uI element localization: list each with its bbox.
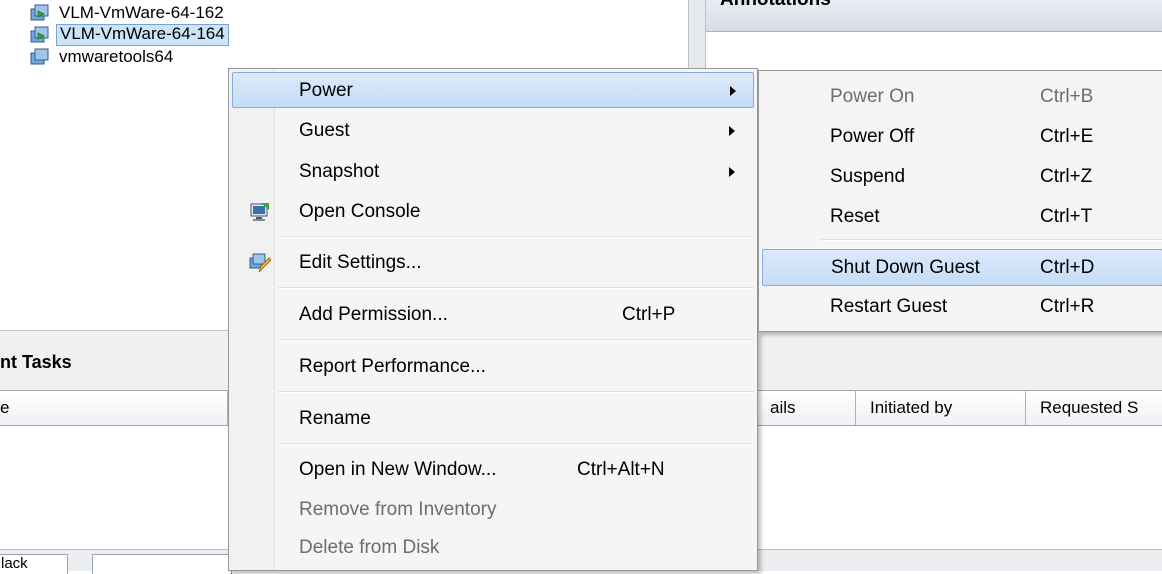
tree-item-vm-162[interactable]: VLM-VmWare-64-162 xyxy=(30,2,227,24)
menu-separator xyxy=(278,391,754,393)
menu-item-label: Edit Settings... xyxy=(299,252,422,273)
menu-item-shortcut: Ctrl+E xyxy=(1040,126,1094,147)
tree-item-label: vmwaretools64 xyxy=(59,47,174,66)
submenu-arrow-icon xyxy=(729,126,735,136)
menu-item-label: Suspend xyxy=(830,166,906,187)
submenu-item-power-on: Power On Ctrl+B xyxy=(762,79,1162,115)
column-header-initiated-by[interactable]: Initiated by xyxy=(856,391,1026,425)
submenu-item-restart-guest[interactable]: Restart Guest Ctrl+R xyxy=(762,289,1162,325)
menu-item-shortcut: Ctrl+Alt+N xyxy=(577,459,665,480)
menu-item-report-performance[interactable]: Report Performance... xyxy=(232,349,754,385)
tree-item-label: VLM-VmWare-64-164 xyxy=(56,24,229,46)
tree-item-vmwaretools64[interactable]: vmwaretools64 xyxy=(30,46,176,68)
submenu-arrow-icon xyxy=(730,86,736,96)
bottom-tab-tasks[interactable]: lack xyxy=(0,554,68,574)
menu-item-label: Report Performance... xyxy=(299,356,486,377)
menu-item-label: Shut Down Guest xyxy=(831,257,980,278)
menu-item-label: Add Permission... xyxy=(299,304,448,325)
menu-item-delete-from-disk: Delete from Disk xyxy=(232,530,754,566)
edit-settings-icon xyxy=(249,252,272,274)
bottom-tab-alarms[interactable] xyxy=(92,554,232,574)
console-icon xyxy=(249,201,271,223)
menu-item-snapshot[interactable]: Snapshot xyxy=(232,154,754,190)
recent-tasks-title: nt Tasks xyxy=(0,352,72,372)
menu-item-guest[interactable]: Guest xyxy=(232,113,754,149)
menu-item-label: Snapshot xyxy=(299,161,380,182)
menu-item-power[interactable]: Power xyxy=(232,72,754,108)
menu-item-add-permission[interactable]: Add Permission... Ctrl+P xyxy=(232,297,754,333)
vm-context-menu: Power Guest Snapshot Open Console Edit S… xyxy=(228,68,758,571)
menu-item-shortcut: Ctrl+P xyxy=(622,304,676,325)
menu-separator xyxy=(278,443,754,445)
vm-powered-on-icon xyxy=(30,3,50,23)
menu-item-label: Power xyxy=(299,80,353,101)
menu-item-label: Open in New Window... xyxy=(299,459,497,480)
menu-item-label: Open Console xyxy=(299,201,421,222)
menu-item-remove-from-inventory: Remove from Inventory xyxy=(232,492,754,528)
menu-item-label: Power On xyxy=(830,86,915,107)
tree-item-vm-164[interactable]: VLM-VmWare-64-164 xyxy=(30,24,229,46)
menu-item-label: Remove from Inventory xyxy=(299,499,497,520)
column-header-requested-start[interactable]: Requested S xyxy=(1026,391,1162,425)
menu-item-edit-settings[interactable]: Edit Settings... xyxy=(232,245,754,281)
menu-item-label: Power Off xyxy=(830,126,915,147)
menu-separator xyxy=(278,236,754,238)
menu-item-open-in-new-window[interactable]: Open in New Window... Ctrl+Alt+N xyxy=(232,452,754,488)
submenu-item-suspend[interactable]: Suspend Ctrl+Z xyxy=(762,159,1162,195)
menu-separator xyxy=(821,239,1162,241)
column-header-name[interactable]: e xyxy=(0,391,228,425)
submenu-item-power-off[interactable]: Power Off Ctrl+E xyxy=(762,119,1162,155)
menu-item-shortcut: Ctrl+D xyxy=(1040,257,1095,278)
vm-powered-on-icon xyxy=(30,25,50,45)
menu-item-shortcut: Ctrl+B xyxy=(1040,86,1094,107)
menu-item-shortcut: Ctrl+R xyxy=(1040,296,1095,317)
menu-item-label: Delete from Disk xyxy=(299,537,440,558)
menu-item-open-console[interactable]: Open Console xyxy=(232,194,754,230)
annotations-header: Annotations xyxy=(706,0,1162,32)
power-submenu: Power On Ctrl+B Power Off Ctrl+E Suspend… xyxy=(758,70,1162,332)
menu-item-shortcut: Ctrl+T xyxy=(1040,206,1093,227)
column-header-details[interactable]: ails xyxy=(756,391,856,425)
menu-separator xyxy=(278,339,754,341)
menu-item-label: Reset xyxy=(830,206,880,227)
tree-item-label: VLM-VmWare-64-162 xyxy=(59,3,224,22)
menu-item-shortcut: Ctrl+Z xyxy=(1040,166,1093,187)
menu-item-label: Restart Guest xyxy=(830,296,948,317)
vm-powered-off-icon xyxy=(30,47,50,67)
menu-separator xyxy=(278,287,754,289)
submenu-item-reset[interactable]: Reset Ctrl+T xyxy=(762,199,1162,235)
submenu-arrow-icon xyxy=(729,167,735,177)
menu-item-rename[interactable]: Rename xyxy=(232,401,754,437)
menu-item-label: Rename xyxy=(299,408,371,429)
menu-item-label: Guest xyxy=(299,120,350,141)
annotations-title: Annotations xyxy=(720,0,831,10)
submenu-item-shut-down-guest[interactable]: Shut Down Guest Ctrl+D xyxy=(762,249,1162,286)
